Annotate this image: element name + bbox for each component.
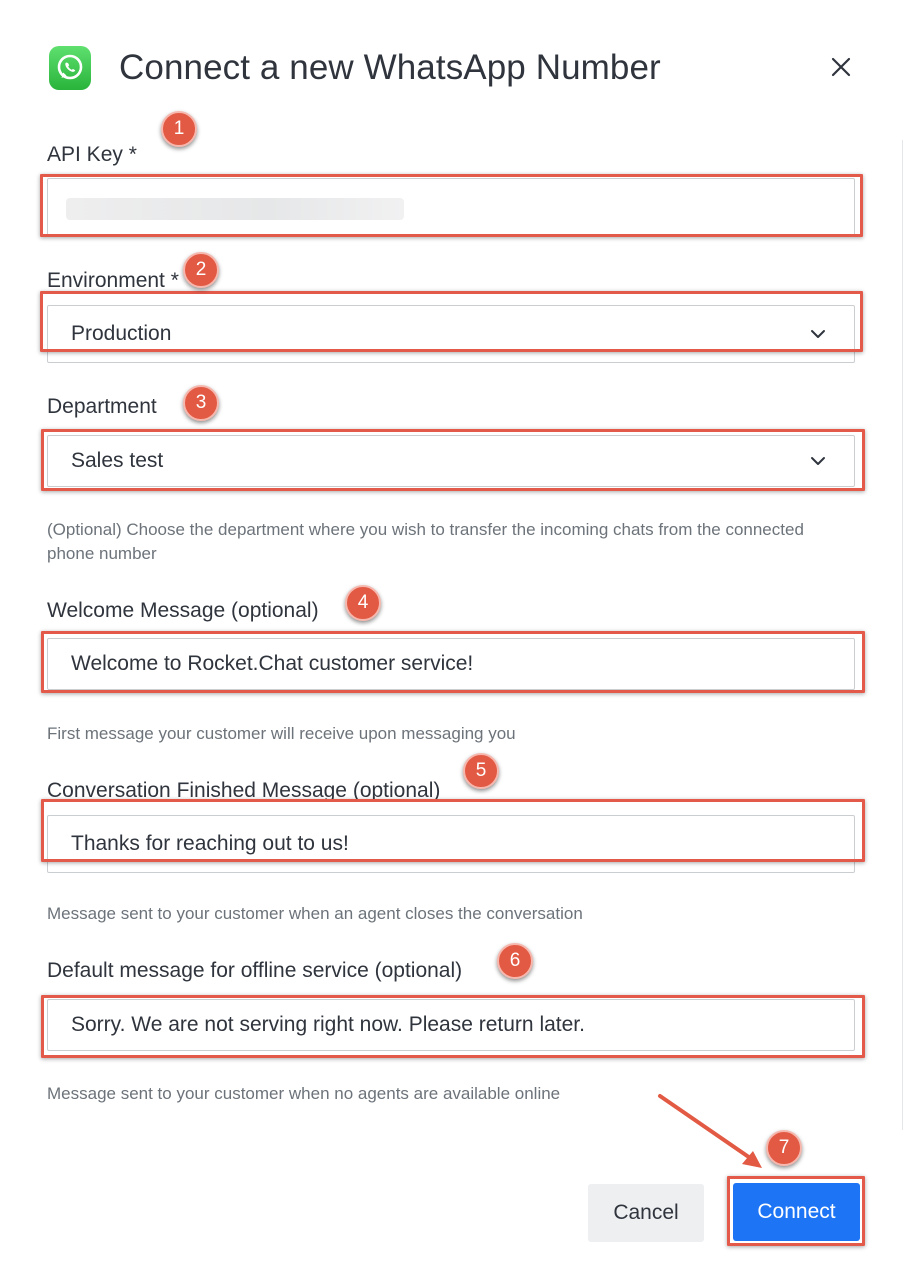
arrow-annotation-icon	[658, 1094, 762, 1168]
welcome-message-label: Welcome Message (optional)	[47, 599, 319, 622]
close-button[interactable]	[826, 52, 856, 82]
chevron-down-icon	[811, 330, 825, 338]
department-hint: (Optional) Choose the department where y…	[47, 520, 804, 563]
finished-message-label: Conversation Finished Message (optional)	[47, 779, 441, 802]
connect-whatsapp-dialog: Connect a new WhatsApp Number API Key * …	[0, 0, 906, 1286]
connect-button[interactable]: Connect	[733, 1183, 860, 1241]
offline-message-hint: Message sent to your customer when no ag…	[47, 1084, 561, 1103]
offline-message-label: Default message for offline service (opt…	[47, 959, 463, 982]
finished-message-hint: Message sent to your customer when an ag…	[47, 904, 583, 923]
offline-message-input[interactable]: Sorry. We are not serving right now. Ple…	[47, 999, 855, 1051]
cancel-button[interactable]: Cancel	[588, 1184, 704, 1242]
whatsapp-logo-icon	[49, 46, 91, 90]
environment-select[interactable]: Production	[47, 305, 855, 363]
scrollbar-track	[902, 140, 903, 1130]
department-label: Department	[47, 395, 157, 418]
api-key-redacted-value	[66, 198, 404, 220]
department-selected-value: Sales test	[71, 449, 164, 472]
chevron-down-icon	[811, 457, 825, 465]
finished-message-input[interactable]: Thanks for reaching out to us!	[47, 815, 855, 873]
step-badge-3: 3	[183, 385, 219, 421]
dialog-title: Connect a new WhatsApp Number	[119, 48, 661, 87]
api-key-label: API Key *	[47, 143, 137, 166]
welcome-message-input[interactable]: Welcome to Rocket.Chat customer service!	[47, 638, 855, 690]
environment-label: Environment *	[47, 269, 179, 292]
offline-message-value: Sorry. We are not serving right now. Ple…	[71, 1013, 585, 1036]
welcome-message-value: Welcome to Rocket.Chat customer service!	[71, 652, 474, 675]
welcome-message-hint: First message your customer will receive…	[47, 724, 516, 743]
finished-message-value: Thanks for reaching out to us!	[71, 832, 349, 855]
step-badge-7: 7	[766, 1130, 802, 1166]
step-badge-1: 1	[161, 111, 197, 147]
environment-selected-value: Production	[71, 322, 172, 345]
close-icon	[831, 57, 851, 77]
step-badge-2: 2	[183, 252, 219, 288]
step-badge-5: 5	[463, 753, 499, 789]
department-select[interactable]: Sales test	[47, 435, 855, 487]
step-badge-4: 4	[345, 585, 381, 621]
api-key-input[interactable]	[47, 178, 855, 236]
step-badge-6: 6	[497, 943, 533, 979]
